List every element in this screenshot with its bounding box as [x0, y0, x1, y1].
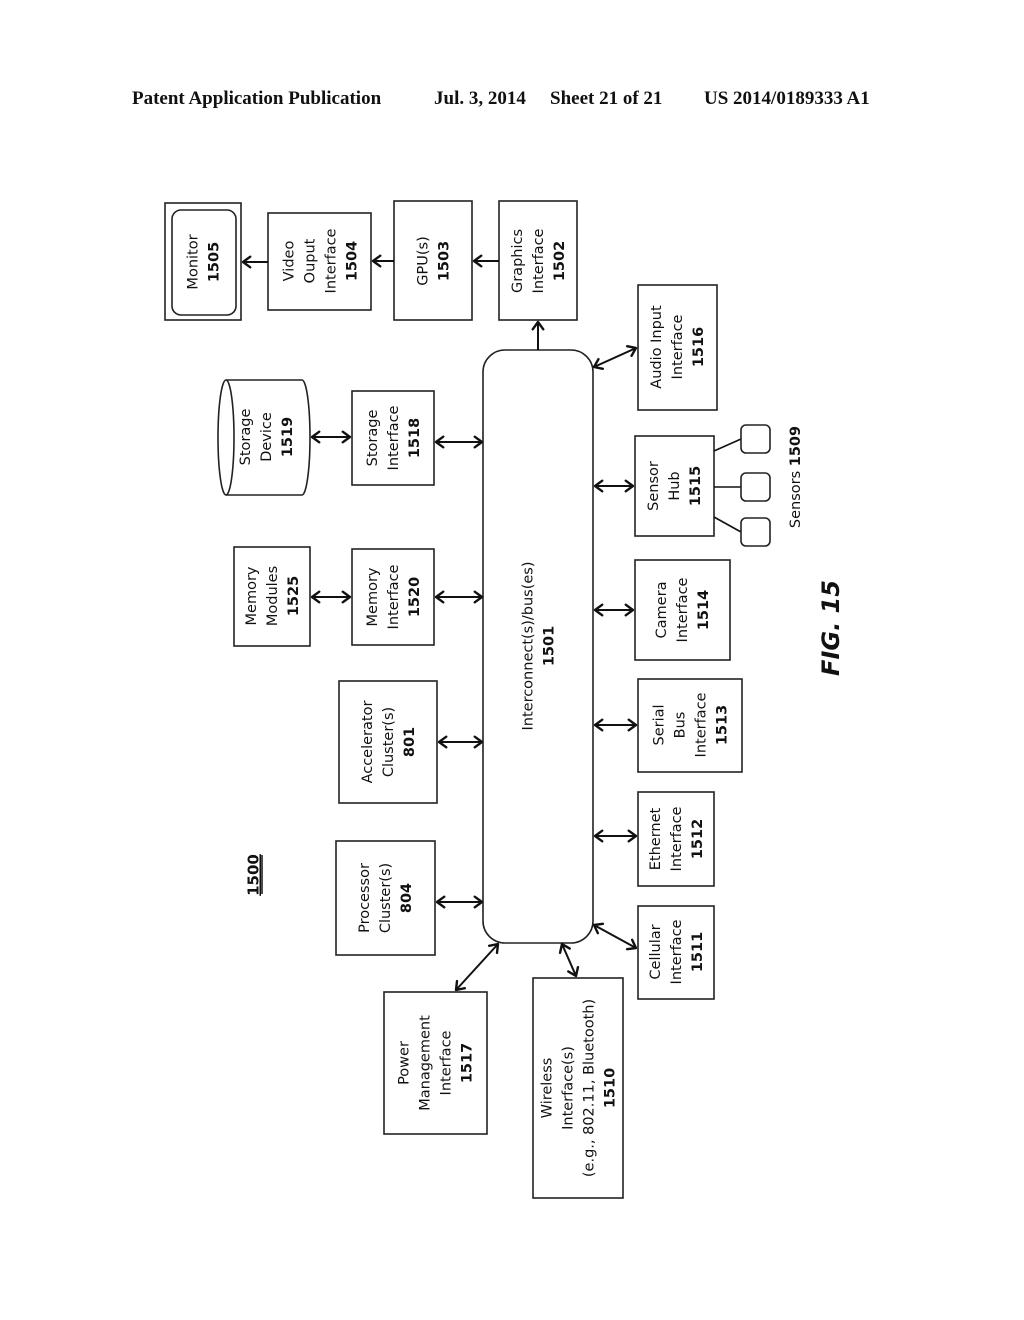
interconnect-block: Interconnect(s)/bus(es) 1501 — [482, 349, 594, 944]
cellular-interface-block: Cellular Interface 1511 — [637, 905, 715, 1000]
label-line: Power — [397, 1041, 413, 1085]
reference-number: 1502 — [552, 241, 568, 281]
sensors-label: Sensors 1509 — [788, 426, 804, 528]
label-line: Memory — [244, 566, 260, 625]
label-line: Interface — [694, 692, 710, 757]
wireless-interface-block: Wireless Interface(s) (e.g., 802.11, Bluet… — [532, 977, 624, 1199]
label-line: Management — [418, 1015, 434, 1111]
label-line: Cluster(s) — [378, 863, 394, 933]
power-management-arrow — [455, 943, 499, 991]
reference-number: 1504 — [345, 241, 361, 281]
cellular-arrow — [593, 924, 637, 949]
label-line: Interface — [324, 228, 340, 293]
label-line: Monitor — [186, 234, 202, 289]
reference-number: 1519 — [280, 417, 296, 457]
label-line: Interface — [439, 1030, 455, 1095]
reference-number: 1520 — [407, 577, 423, 617]
sensors-group: Sensors 1509 — [713, 424, 804, 547]
gpu-block: GPU(s) 1503 — [393, 200, 473, 321]
label-line: Wireless — [540, 1058, 556, 1119]
label-line: Interface — [669, 919, 685, 984]
label-line: Interface — [669, 806, 685, 871]
processor-cluster-block: Processor Cluster(s) 804 — [335, 840, 436, 956]
figure-reference-number: 1500 — [245, 854, 263, 896]
label-line: Video — [282, 241, 298, 282]
label-line: Modules — [265, 566, 281, 626]
reference-number: 1503 — [437, 241, 453, 281]
sensor-hub-block: Sensor Hub 1515 — [634, 435, 715, 537]
accelerator-cluster-block: Accelerator Cluster(s) 801 — [338, 680, 438, 804]
figure-label: FIG. 15 — [817, 580, 845, 676]
label-line: Memory — [365, 567, 381, 626]
audio-input-interface-block: Audio Input Interface 1516 — [637, 284, 718, 411]
label-line: Audio Input — [649, 305, 665, 389]
power-management-interface-block: Power Management Interface 1517 — [383, 991, 488, 1135]
label-line: Device — [259, 412, 275, 462]
serial-bus-interface-block: Serial Bus Interface 1513 — [637, 678, 743, 773]
reference-number: 1510 — [603, 1068, 619, 1108]
reference-number: 1505 — [207, 242, 223, 282]
reference-number: 1525 — [286, 576, 302, 616]
ethernet-interface-block: Ethernet Interface 1512 — [637, 791, 715, 887]
reference-number: 1512 — [690, 819, 706, 859]
sensor-box — [740, 472, 771, 502]
monitor-block: Monitor 1505 — [164, 202, 242, 321]
reference-number: 801 — [402, 727, 418, 757]
reference-number: 1513 — [715, 705, 731, 745]
storage-interface-block: Storage Interface 1518 — [351, 390, 435, 486]
label-line: Ouput — [303, 238, 319, 283]
label-line: Interface — [675, 577, 691, 642]
label-line: Serial — [652, 704, 668, 745]
label-line: Interconnect(s)/bus(es) — [521, 561, 537, 730]
audio-arrow — [593, 347, 637, 368]
label-line: Interface — [386, 405, 402, 470]
storage-device-label: Storage Device 1519 — [238, 409, 296, 466]
label-line: Interface — [386, 564, 402, 629]
label-line: Storage — [238, 409, 254, 466]
graphics-interface-block: Graphics Interface 1502 — [498, 200, 578, 321]
reference-number: 804 — [399, 883, 415, 913]
label-line: Cluster(s) — [381, 707, 397, 777]
label-line: GPU(s) — [416, 236, 432, 285]
video-output-interface-block: Video Ouput Interface 1504 — [267, 212, 372, 311]
memory-interface-block: Memory Interface 1520 — [351, 548, 435, 646]
label-line: Camera — [654, 582, 670, 639]
label-line: Processor — [357, 863, 373, 933]
label-line: Ethernet — [648, 807, 664, 870]
label-line: Interface — [670, 314, 686, 379]
reference-number: 1511 — [690, 932, 706, 972]
reference-number: 1517 — [460, 1043, 476, 1083]
block-diagram: Monitor 1505 Video Ouput Interface 1504 GPU(… — [164, 200, 845, 1199]
label-line: Interface(s) — [561, 1046, 577, 1130]
reference-number: 1516 — [691, 327, 707, 367]
label-line: Hub — [667, 471, 683, 500]
reference-number: 1518 — [407, 418, 423, 458]
label-line: Cellular — [648, 924, 664, 979]
storage-device-block: Storage Device 1519 — [217, 379, 311, 496]
camera-interface-block: Camera Interface 1514 — [634, 559, 731, 661]
sensor-box — [740, 424, 771, 454]
sensor-box — [740, 517, 771, 547]
reference-number: 1515 — [688, 466, 704, 506]
label-line: Accelerator — [360, 701, 376, 784]
label-line: Storage — [365, 410, 381, 467]
reference-number: 1514 — [696, 590, 712, 630]
label-line: Sensor — [646, 461, 662, 511]
memory-modules-block: Memory Modules 1525 — [233, 546, 311, 647]
reference-number: 1501 — [542, 626, 558, 666]
label-line: (e.g., 802.11, Bluetooth) — [582, 999, 598, 1177]
label-line: Bus — [673, 712, 689, 739]
label-line: Graphics — [510, 229, 526, 293]
label-line: Interface — [531, 228, 547, 293]
